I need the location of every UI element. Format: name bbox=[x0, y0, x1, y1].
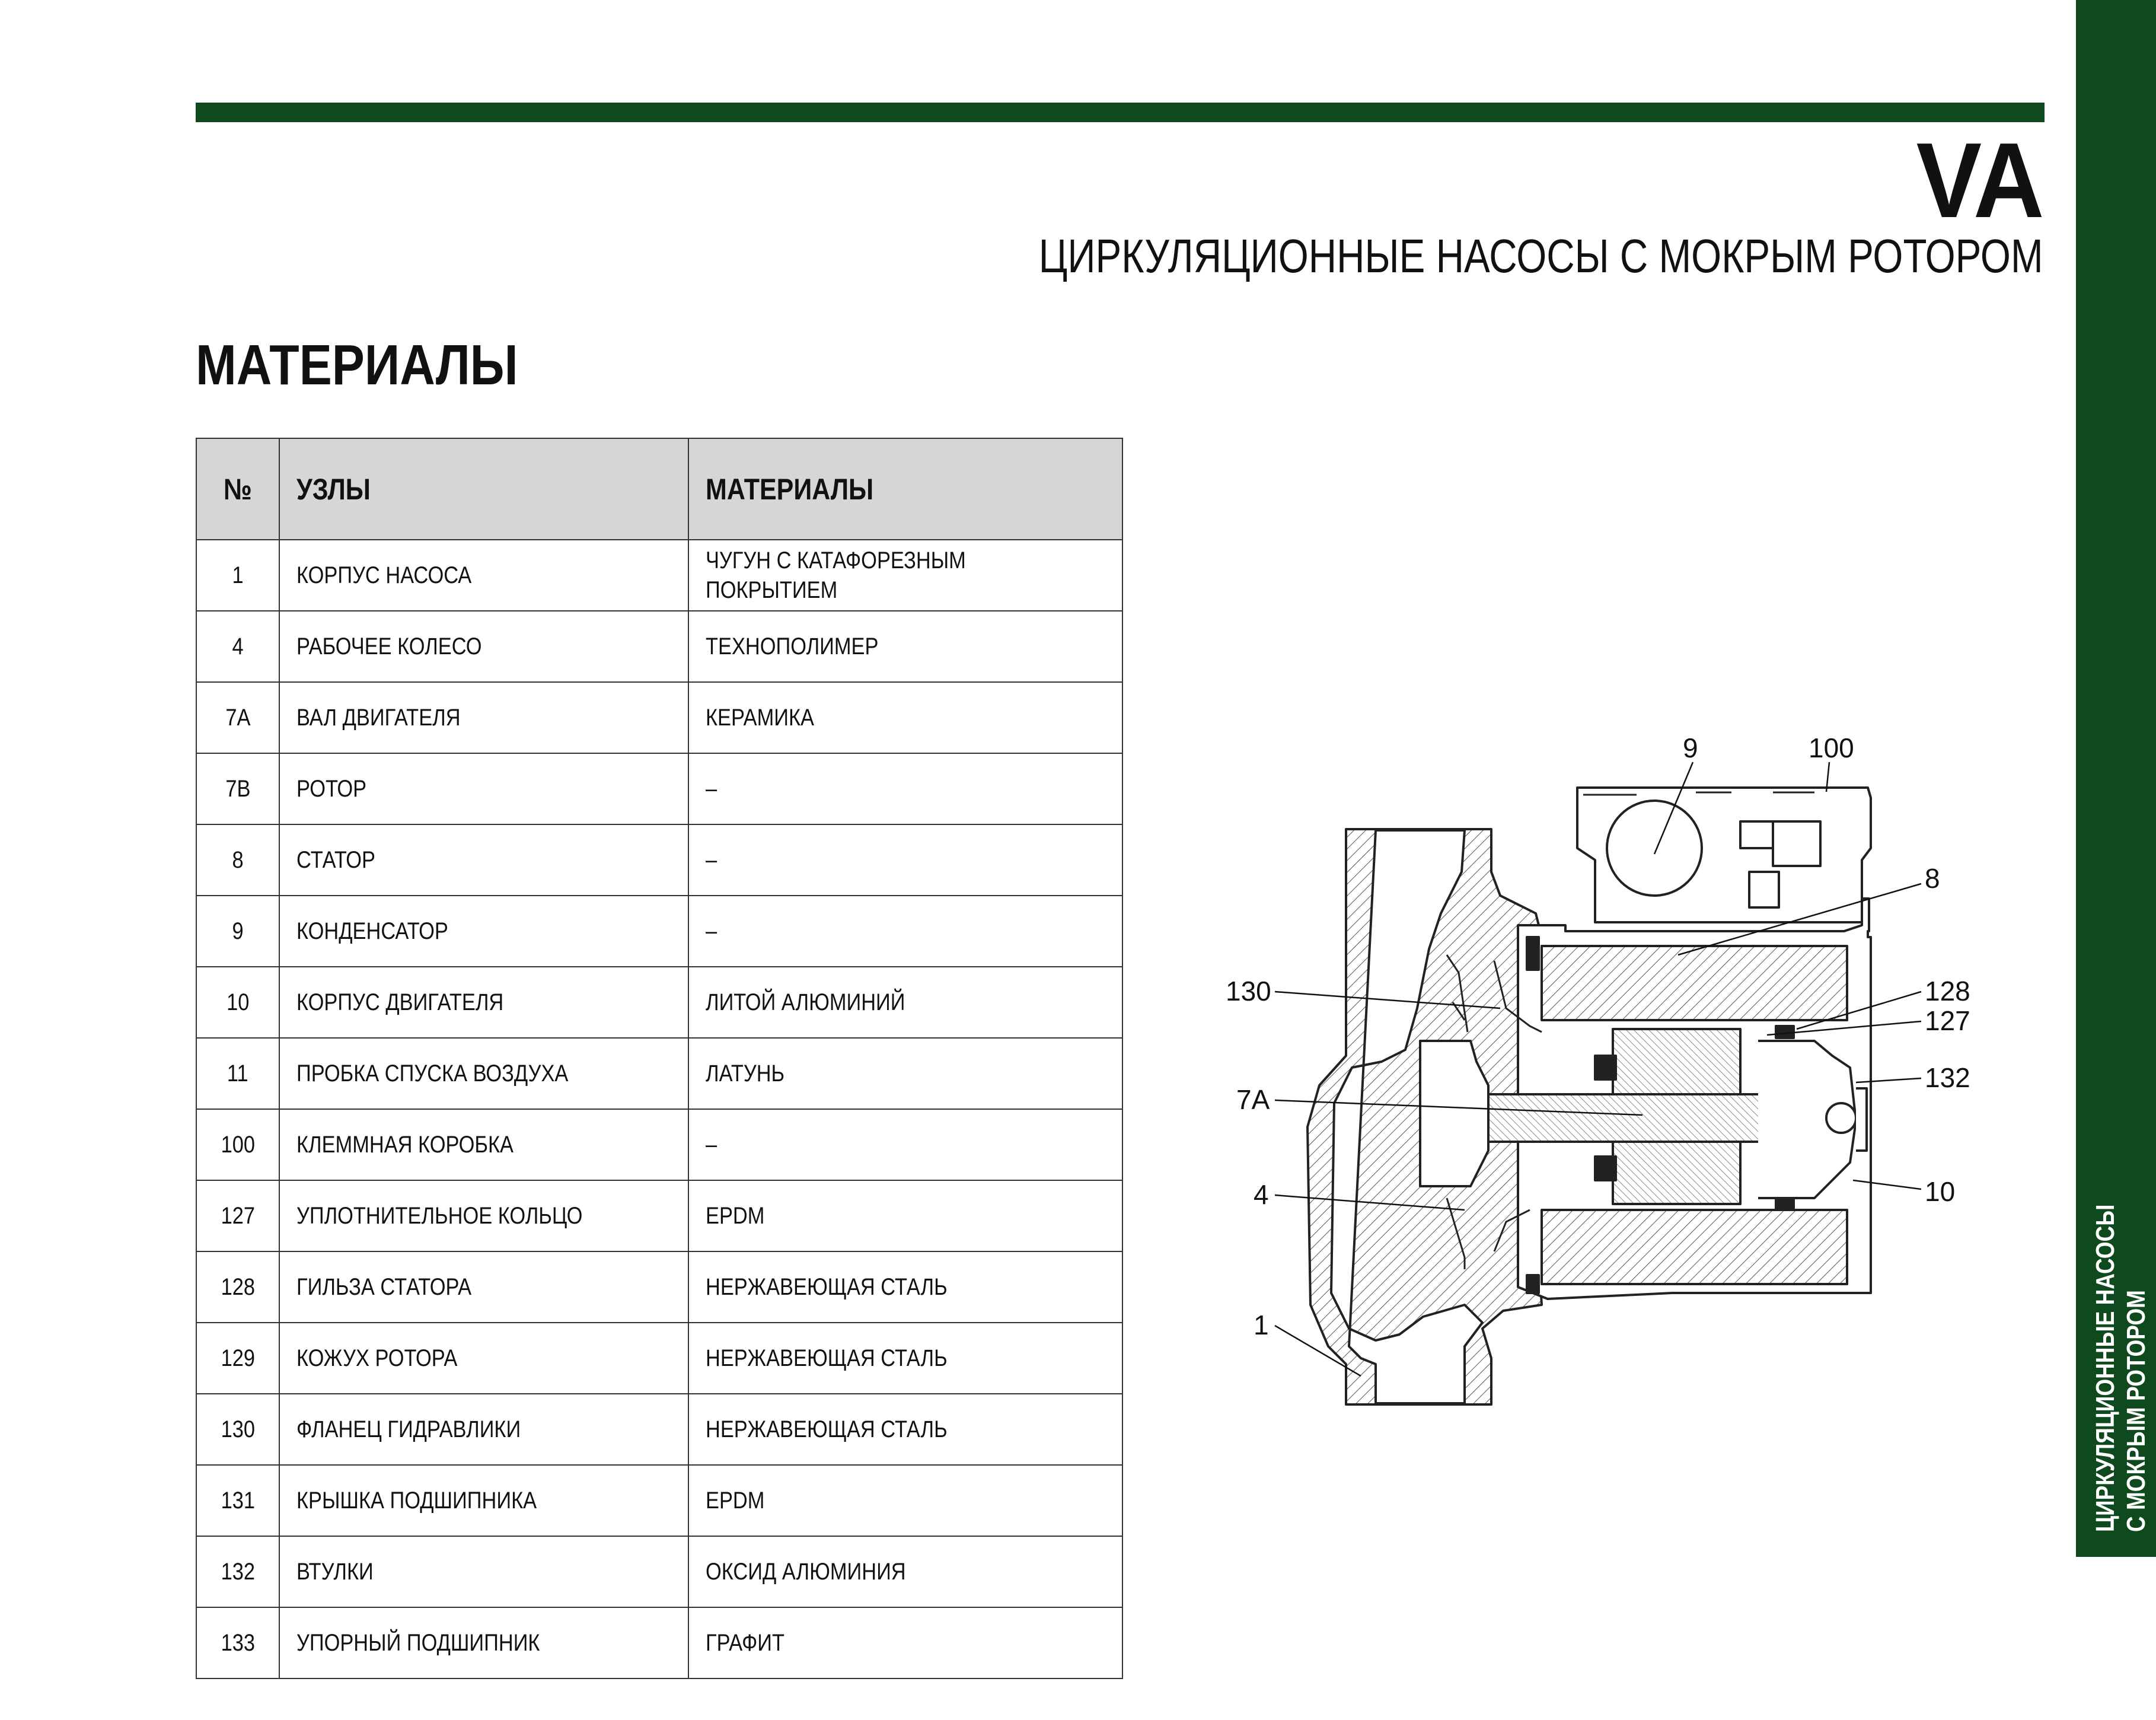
stator-upper-shape bbox=[1541, 945, 1848, 1021]
table-row: 132 ВТУЛКИ ОКСИД АЛЮМИНИЯ bbox=[196, 1536, 1123, 1608]
cell-number: 127 bbox=[196, 1180, 280, 1252]
side-tab-text: ЦИРКУЛЯЦИОННЫЕ НАСОСЫ С МОКРЫМ РОТОРОМ bbox=[2090, 1142, 2152, 1532]
cell-material: ЧУГУН С КАТАФОРЕЗНЫМ ПОКРЫТИЕМ bbox=[688, 539, 1123, 611]
callout-127: 127 bbox=[1925, 1005, 1970, 1036]
cell-part: ВТУЛКИ bbox=[279, 1536, 689, 1608]
table-row: 131 КРЫШКА ПОДШИПНИКА EPDM bbox=[196, 1464, 1123, 1537]
table-row: 7A ВАЛ ДВИГАТЕЛЯ КЕРАМИКА bbox=[196, 681, 1123, 754]
model-code: VA bbox=[1916, 121, 2045, 240]
cell-number: 11 bbox=[196, 1037, 280, 1110]
table-row: 129 КОЖУХ РОТОРА НЕРЖАВЕЮЩАЯ СТАЛЬ bbox=[196, 1322, 1123, 1394]
cell-material: EPDM bbox=[688, 1464, 1123, 1537]
callout-9: 9 bbox=[1683, 732, 1698, 763]
table-row: 4 РАБОЧЕЕ КОЛЕСО ТЕХНОПОЛИМЕР bbox=[196, 610, 1123, 683]
cell-number: 8 bbox=[196, 824, 280, 896]
cell-material: ОКСИД АЛЮМИНИЯ bbox=[688, 1536, 1123, 1608]
cell-number: 1 bbox=[196, 539, 280, 611]
table-row: 128 ГИЛЬЗА СТАТОРА НЕРЖАВЕЮЩАЯ СТАЛЬ bbox=[196, 1251, 1123, 1323]
cell-material: ЛИТОЙ АЛЮМИНИЙ bbox=[688, 966, 1123, 1039]
side-tab-line-2: С МОКРЫМ РОТОРОМ bbox=[2122, 1290, 2151, 1532]
cell-number: 132 bbox=[196, 1536, 280, 1608]
callout-1: 1 bbox=[1254, 1310, 1269, 1340]
cell-material: НЕРЖАВЕЮЩАЯ СТАЛЬ bbox=[688, 1251, 1123, 1323]
cell-part: ПРОБКА СПУСКА ВОЗДУХА bbox=[279, 1037, 689, 1110]
cell-part: КРЫШКА ПОДШИПНИКА bbox=[279, 1464, 689, 1537]
cell-number: 10 bbox=[196, 966, 280, 1039]
cell-material: ЛАТУНЬ bbox=[688, 1037, 1123, 1110]
callout-7a: 7A bbox=[1236, 1084, 1270, 1115]
cell-number: 133 bbox=[196, 1607, 280, 1679]
cell-number: 9 bbox=[196, 895, 280, 967]
table-row: 8 СТАТОР – bbox=[196, 824, 1123, 896]
stator-lower-shape bbox=[1541, 1209, 1848, 1285]
pump-cross-section-diagram: 9 100 8 130 128 127 132 7A 10 4 1 bbox=[1226, 732, 1970, 1406]
table-row: 127 УПЛОТНИТЕЛЬНОЕ КОЛЬЦО EPDM bbox=[196, 1180, 1123, 1252]
cell-material: НЕРЖАВЕЮЩАЯ СТАЛЬ bbox=[688, 1393, 1123, 1466]
cell-material: ТЕХНОПОЛИМЕР bbox=[688, 610, 1123, 683]
side-tab: ЦИРКУЛЯЦИОННЫЕ НАСОСЫ С МОКРЫМ РОТОРОМ bbox=[2076, 0, 2156, 1557]
materials-table: № УЗЛЫ МАТЕРИАЛЫ 1 КОРПУС НАСОСА ЧУГУН С… bbox=[196, 438, 1123, 1679]
table-row: 100 КЛЕММНАЯ КОРОБКА – bbox=[196, 1109, 1123, 1181]
table-row: 133 УПОРНЫЙ ПОДШИПНИК ГРАФИТ bbox=[196, 1607, 1123, 1679]
table-row: 1 КОРПУС НАСОСА ЧУГУН С КАТАФОРЕЗНЫМ ПОК… bbox=[196, 539, 1123, 611]
table-row: 10 КОРПУС ДВИГАТЕЛЯ ЛИТОЙ АЛЮМИНИЙ bbox=[196, 966, 1123, 1039]
capacitor-shape bbox=[1606, 800, 1703, 897]
cell-number: 131 bbox=[196, 1464, 280, 1537]
model-subtitle: ЦИРКУЛЯЦИОННЫЕ НАСОСЫ С МОКРЫМ РОТОРОМ bbox=[1039, 230, 2043, 282]
cell-part: КОЖУХ РОТОРА bbox=[279, 1322, 689, 1394]
cell-number: 130 bbox=[196, 1393, 280, 1466]
cell-material: НЕРЖАВЕЮЩАЯ СТАЛЬ bbox=[688, 1322, 1123, 1394]
cell-material: – bbox=[688, 1109, 1123, 1181]
cell-number: 129 bbox=[196, 1322, 280, 1394]
cell-number: 4 bbox=[196, 610, 280, 683]
cell-material: – bbox=[688, 895, 1123, 967]
impeller-shape bbox=[1419, 1040, 1490, 1187]
header-rule bbox=[196, 103, 2045, 122]
table-row: 9 КОНДЕНСАТОР – bbox=[196, 895, 1123, 967]
cell-part: ВАЛ ДВИГАТЕЛЯ bbox=[279, 681, 689, 754]
cell-part: ГИЛЬЗА СТАТОРА bbox=[279, 1251, 689, 1323]
column-header-number: № bbox=[196, 438, 280, 540]
cell-material: EPDM bbox=[688, 1180, 1123, 1252]
table-row: 11 ПРОБКА СПУСКА ВОЗДУХА ЛАТУНЬ bbox=[196, 1037, 1123, 1110]
cell-part: СТАТОР bbox=[279, 824, 689, 896]
cell-material: – bbox=[688, 824, 1123, 896]
cell-number: 128 bbox=[196, 1251, 280, 1323]
side-tab-line-1: ЦИРКУЛЯЦИОННЫЕ НАСОСЫ bbox=[2091, 1204, 2120, 1532]
callout-128: 128 bbox=[1925, 976, 1970, 1006]
callout-4: 4 bbox=[1254, 1179, 1269, 1210]
shaft-shape bbox=[1469, 1093, 1804, 1143]
callout-10: 10 bbox=[1925, 1176, 1955, 1207]
column-header-parts: УЗЛЫ bbox=[279, 438, 689, 540]
callout-100: 100 bbox=[1809, 732, 1854, 763]
cell-part: ФЛАНЕЦ ГИДРАВЛИКИ bbox=[279, 1393, 689, 1466]
cell-material: КЕРАМИКА bbox=[688, 681, 1123, 754]
callout-130: 130 bbox=[1226, 976, 1271, 1006]
cell-part: КОРПУС НАСОСА bbox=[279, 539, 689, 611]
cell-number: 7A bbox=[196, 681, 280, 754]
table-row: 7B РОТОР – bbox=[196, 753, 1123, 825]
cell-number: 7B bbox=[196, 753, 280, 825]
callout-132: 132 bbox=[1925, 1062, 1970, 1093]
section-title: МАТЕРИАЛЫ bbox=[196, 333, 518, 397]
cell-part: УПЛОТНИТЕЛЬНОЕ КОЛЬЦО bbox=[279, 1180, 689, 1252]
pump-drawing bbox=[1306, 786, 1872, 1406]
cell-part: КОРПУС ДВИГАТЕЛЯ bbox=[279, 966, 689, 1039]
cell-material: ГРАФИТ bbox=[688, 1607, 1123, 1679]
column-header-materials: МАТЕРИАЛЫ bbox=[688, 438, 1123, 540]
cell-number: 100 bbox=[196, 1109, 280, 1181]
cell-part: РОТОР bbox=[279, 753, 689, 825]
table-row: 130 ФЛАНЕЦ ГИДРАВЛИКИ НЕРЖАВЕЮЩАЯ СТАЛЬ bbox=[196, 1393, 1123, 1466]
table-header-row: № УЗЛЫ МАТЕРИАЛЫ bbox=[196, 438, 1123, 540]
cell-part: УПОРНЫЙ ПОДШИПНИК bbox=[279, 1607, 689, 1679]
callout-8: 8 bbox=[1925, 863, 1940, 894]
cell-part: КОНДЕНСАТОР bbox=[279, 895, 689, 967]
cell-material: – bbox=[688, 753, 1123, 825]
cell-part: КЛЕММНАЯ КОРОБКА bbox=[279, 1109, 689, 1181]
cell-part: РАБОЧЕЕ КОЛЕСО bbox=[279, 610, 689, 683]
